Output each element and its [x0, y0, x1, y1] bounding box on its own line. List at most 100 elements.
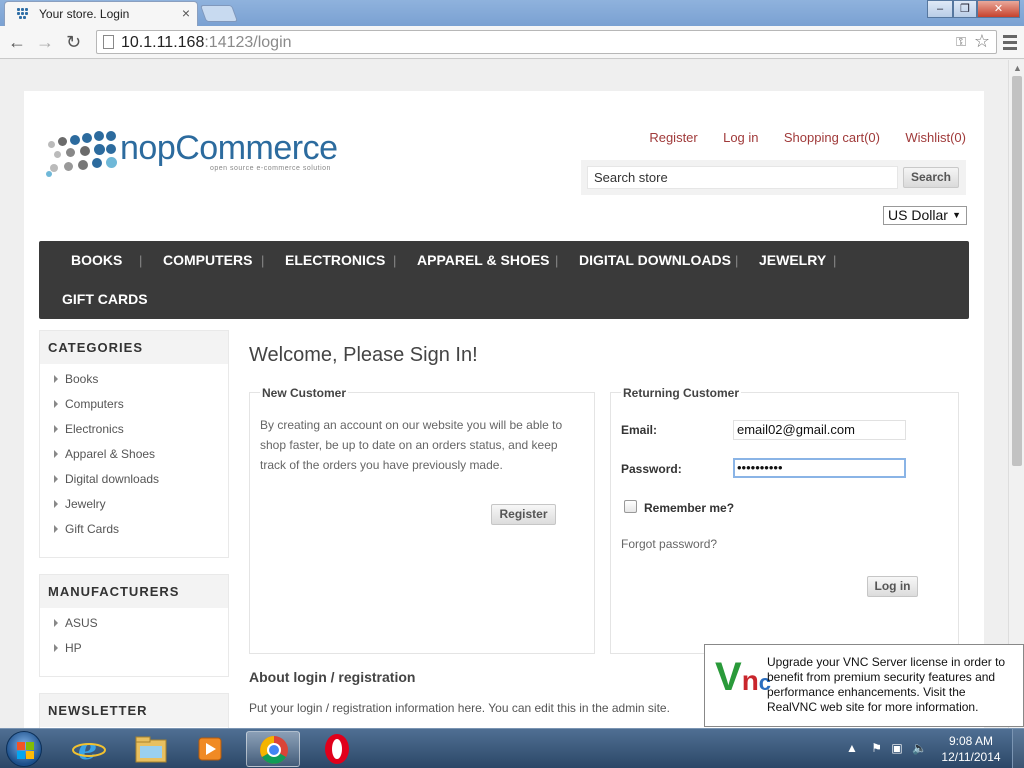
- show-hidden-icons-icon[interactable]: ▲: [846, 741, 858, 755]
- network-icon[interactable]: ▣: [891, 741, 902, 755]
- about-text: Put your login / registration informatio…: [249, 701, 670, 715]
- caret-right-icon: [54, 450, 58, 458]
- show-desktop-button[interactable]: [1012, 729, 1024, 768]
- scrollbar-thumb[interactable]: [1012, 76, 1022, 466]
- search-input[interactable]: Search store: [587, 166, 898, 189]
- logo-text: nopCommerce: [120, 129, 338, 167]
- register-button[interactable]: Register: [491, 504, 556, 525]
- menu-item-apparel-shoes[interactable]: APPAREL & SHOES: [417, 252, 550, 268]
- page-title: Welcome, Please Sign In!: [249, 344, 478, 366]
- browser-toolbar: ← → ↻ 10.1.11.168:14123/login ⚿ ☆: [0, 26, 1024, 59]
- menu-separator: |: [139, 253, 143, 268]
- store-favicon-icon: [17, 8, 31, 20]
- manufacturers-block: MANUFACTURERS ASUS HP: [39, 574, 229, 677]
- svg-text:e: e: [78, 732, 97, 767]
- back-arrow-icon[interactable]: ←: [8, 32, 26, 53]
- remember-me-checkbox[interactable]: [624, 500, 637, 513]
- volume-icon[interactable]: 🔈: [912, 741, 927, 755]
- page-scrollbar[interactable]: ▲: [1008, 60, 1024, 728]
- search-button[interactable]: Search: [903, 167, 959, 188]
- internet-explorer-icon[interactable]: e: [62, 731, 116, 767]
- menu-item-digital-downloads[interactable]: DIGITAL DOWNLOADS: [579, 252, 731, 268]
- media-player-icon[interactable]: [184, 731, 238, 767]
- address-bar[interactable]: 10.1.11.168:14123/login ⚿ ☆: [96, 30, 997, 54]
- forward-arrow-icon[interactable]: →: [36, 32, 54, 53]
- store-logo[interactable]: nopCommerce open source e-commerce solut…: [46, 129, 346, 179]
- taskbar-clock[interactable]: 9:08 AM 12/11/2014: [934, 733, 1008, 765]
- master-wrapper: nopCommerce open source e-commerce solut…: [24, 91, 984, 728]
- menu-item-jewelry[interactable]: JEWELRY: [759, 252, 826, 268]
- currency-select[interactable]: US Dollar ▼: [883, 206, 967, 225]
- system-tray: ▲ ⚑ ▣ 🔈: [846, 741, 927, 755]
- restore-button[interactable]: ❐: [953, 0, 977, 18]
- header-links: Register Log in Shopping cart(0) Wishlis…: [627, 130, 966, 145]
- password-label: Password:: [621, 462, 682, 476]
- vnc-notification[interactable]: Vnc Upgrade your VNC Server license in o…: [704, 644, 1024, 727]
- category-electronics[interactable]: Electronics: [54, 422, 228, 447]
- category-jewelry[interactable]: Jewelry: [54, 497, 228, 522]
- categories-title: CATEGORIES: [40, 331, 228, 364]
- chevron-down-icon: ▼: [952, 210, 961, 220]
- bookmark-star-icon[interactable]: ☆: [974, 31, 990, 52]
- login-button[interactable]: Log in: [867, 576, 918, 597]
- menu-item-books[interactable]: BOOKS: [71, 252, 122, 268]
- manufacturer-hp[interactable]: HP: [54, 641, 228, 666]
- shopping-cart-link[interactable]: Shopping cart(0): [784, 130, 880, 145]
- manufacturer-asus[interactable]: ASUS: [54, 616, 228, 641]
- password-field[interactable]: ••••••••••: [733, 458, 906, 478]
- chrome-taskbar-icon[interactable]: [246, 731, 300, 767]
- new-customer-title: New Customer: [260, 386, 349, 400]
- new-customer-text: By creating an account on our website yo…: [260, 418, 563, 472]
- browser-titlebar: Your store. Login × – ❐ ✕: [0, 0, 1024, 26]
- category-books[interactable]: Books: [54, 372, 228, 397]
- manufacturers-title: MANUFACTURERS: [40, 575, 228, 608]
- category-computers[interactable]: Computers: [54, 397, 228, 422]
- caret-right-icon: [54, 475, 58, 483]
- scroll-up-icon[interactable]: ▲: [1013, 63, 1022, 73]
- category-digital-downloads[interactable]: Digital downloads: [54, 472, 228, 497]
- file-explorer-icon[interactable]: [124, 731, 178, 767]
- caret-right-icon: [54, 425, 58, 433]
- chrome-menu-icon[interactable]: [1003, 35, 1017, 53]
- search-box: Search store Search: [581, 160, 966, 195]
- menu-item-electronics[interactable]: ELECTRONICS: [285, 252, 385, 268]
- page-viewport: nopCommerce open source e-commerce solut…: [0, 60, 1008, 728]
- menu-item-computers[interactable]: COMPUTERS: [163, 252, 252, 268]
- returning-customer-box: Returning Customer Email: email02@gmail.…: [610, 386, 959, 654]
- category-gift-cards[interactable]: Gift Cards: [54, 522, 228, 547]
- start-button[interactable]: [6, 731, 42, 767]
- action-center-icon[interactable]: ⚑: [871, 741, 882, 755]
- category-apparel-shoes[interactable]: Apparel & Shoes: [54, 447, 228, 472]
- new-customer-box: New Customer By creating an account on o…: [249, 386, 595, 654]
- reload-icon[interactable]: ↻: [66, 32, 81, 53]
- minimize-button[interactable]: –: [927, 0, 953, 18]
- logo-tagline: open source e-commerce solution: [210, 165, 331, 172]
- register-link[interactable]: Register: [649, 130, 697, 145]
- menu-item-gift-cards[interactable]: GIFT CARDS: [62, 291, 148, 307]
- newsletter-block: NEWSLETTER: [39, 693, 229, 728]
- clock-date: 12/11/2014: [941, 750, 1001, 764]
- tab-title: Your store. Login: [39, 7, 130, 21]
- about-title: About login / registration: [249, 669, 416, 685]
- remember-me-label: Remember me?: [644, 501, 735, 515]
- caret-right-icon: [54, 400, 58, 408]
- caret-right-icon: [54, 619, 58, 627]
- tab-close-icon[interactable]: ×: [182, 5, 190, 21]
- new-tab-button[interactable]: [199, 5, 239, 22]
- wishlist-link[interactable]: Wishlist(0): [905, 130, 966, 145]
- caret-right-icon: [54, 525, 58, 533]
- top-menu: BOOKS | COMPUTERS | ELECTRONICS | APPARE…: [39, 241, 969, 319]
- email-field[interactable]: email02@gmail.com: [733, 420, 906, 440]
- close-window-button[interactable]: ✕: [977, 0, 1020, 18]
- browser-tab[interactable]: Your store. Login ×: [4, 1, 198, 26]
- key-icon[interactable]: ⚿: [956, 34, 966, 50]
- caret-right-icon: [54, 500, 58, 508]
- forgot-password-link[interactable]: Forgot password?: [621, 537, 717, 551]
- realvnc-logo-icon: Vnc: [715, 655, 772, 699]
- menu-separator: |: [393, 253, 397, 268]
- categories-block: CATEGORIES Books Computers Electronics A…: [39, 330, 229, 558]
- newsletter-title: NEWSLETTER: [40, 694, 228, 727]
- opera-icon[interactable]: [310, 731, 364, 767]
- login-link[interactable]: Log in: [723, 130, 758, 145]
- clock-time: 9:08 AM: [948, 734, 994, 748]
